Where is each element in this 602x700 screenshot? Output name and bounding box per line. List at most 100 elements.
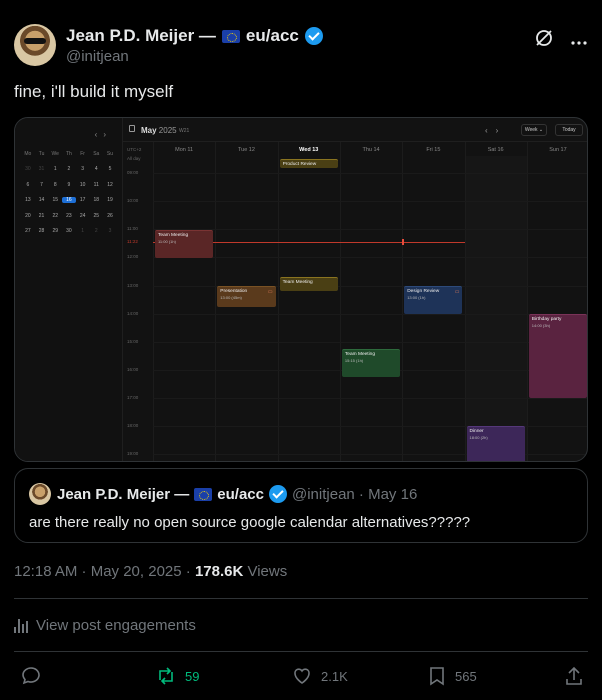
calendar-event[interactable]: Birthday party 14:00 (3h) (528, 314, 587, 398)
calendar-event[interactable]: Team Meeting 15:15 (1h) (341, 349, 401, 377)
analytics-icon (14, 618, 28, 633)
mini-calendar-grid: Mo Tu We Th Fr Sa Su 30 31 1 2 3 4 5 6 7 8 9 10 11 12 13 14 15 1… (21, 146, 117, 239)
mini-day[interactable]: 4 (89, 166, 103, 172)
calendar-event[interactable]: Dinner 18:00 (2h) (466, 426, 525, 461)
divider (14, 598, 588, 599)
mini-week-row: 30 31 1 2 3 4 5 (21, 162, 117, 178)
calendar-event[interactable]: Team Meeting (279, 277, 338, 291)
avatar[interactable] (14, 24, 56, 66)
event-title: Design Review (407, 289, 440, 294)
verified-badge-icon[interactable] (304, 27, 323, 45)
video-call-icon: ▭ (267, 289, 273, 295)
mini-dow: Mo (24, 150, 32, 157)
mini-day[interactable]: 2 (89, 228, 103, 234)
calendar-event[interactable]: Design Review 13:00 (1h) ▭ (404, 286, 463, 314)
repost-button[interactable]: 59 (155, 665, 199, 687)
mini-week-row: 27 28 29 30 1 2 3 (21, 224, 117, 240)
event-title: Team Meeting (282, 280, 313, 285)
mini-day[interactable]: 22 (48, 213, 62, 219)
mini-day[interactable]: 6 (21, 182, 35, 188)
calendar-event[interactable]: Presentation 13:00 (45m) ▭ (217, 286, 276, 307)
timezone-label: UTC+2 (127, 147, 142, 152)
day-headers: Mon 11 Tue 12 Wed 13 Thu 14 Fri 15 Sat 16 Sun … (123, 142, 587, 156)
mini-day[interactable]: 24 (76, 213, 90, 219)
week-view: May 2025 W21 ‹› Week ⌄ Today Mon 11 Tue 1… (123, 118, 587, 461)
calendar-event[interactable]: Product Review (279, 159, 338, 168)
like-button[interactable]: 2.1K (291, 665, 348, 687)
more-options-icon[interactable] (570, 30, 588, 51)
mini-dow: Tu (38, 150, 45, 157)
mini-day[interactable]: 13 (21, 197, 35, 203)
bookmark-button[interactable]: 565 (427, 665, 477, 687)
author-name-row[interactable]: Jean P.D. Meijer — eu/acc (66, 26, 323, 46)
mini-dow: We (51, 150, 59, 157)
mini-day[interactable]: 19 (103, 197, 117, 203)
hour-label: 11:22 (127, 239, 138, 244)
repost-icon (159, 667, 173, 685)
post-header: Jean P.D. Meijer — eu/acc @initjean (14, 24, 588, 68)
grid-column-line (215, 142, 217, 461)
quote-author-suffix: eu/acc (217, 485, 264, 503)
mini-day[interactable]: 11 (89, 182, 103, 188)
day-header: Fri 15 (426, 147, 441, 153)
hour-label: 15:00 (127, 339, 139, 344)
mini-day[interactable]: 26 (103, 213, 117, 219)
calendar-screenshot[interactable]: ‹› Mo Tu We Th Fr Sa Su 30 31 1 2 3 4 5 6 7 8 9 10 11 12 13 14… (14, 117, 588, 462)
mini-day[interactable]: 16 (62, 197, 76, 204)
mini-dow: Fr (80, 150, 85, 157)
post-timestamp[interactable]: 12:18 AM · May 20, 2025 · (14, 563, 191, 580)
day-header: Thu 14 (362, 147, 380, 153)
view-engagements-link[interactable]: View post engagements (14, 617, 196, 634)
mini-day[interactable]: 3 (76, 166, 90, 172)
hour-line (153, 201, 587, 202)
mini-day[interactable]: 25 (89, 213, 103, 219)
mini-day[interactable]: 18 (89, 197, 103, 203)
mini-day[interactable]: 21 (35, 213, 49, 219)
grid-column-line (339, 142, 341, 461)
post-meta: 12:18 AM · May 20, 2025 · 178.6K Views (14, 563, 287, 580)
author-name[interactable]: Jean P.D. Meijer — (66, 26, 216, 46)
mini-day[interactable]: 30 (62, 228, 76, 234)
author-handle[interactable]: @initjean (66, 48, 129, 65)
heart-icon (294, 668, 310, 684)
mini-day[interactable]: 17 (76, 197, 90, 203)
mini-day[interactable]: 14 (35, 197, 49, 203)
divider (14, 651, 588, 652)
views-count: 178.6K (194, 563, 244, 580)
mini-day[interactable]: 20 (21, 213, 35, 219)
mini-day[interactable]: 5 (103, 166, 117, 172)
hour-line (153, 342, 587, 343)
mini-day[interactable]: 9 (62, 182, 76, 188)
mini-day[interactable]: 28 (35, 228, 49, 234)
mini-day[interactable]: 1 (48, 166, 62, 172)
mini-day[interactable]: 30 (21, 166, 35, 172)
reply-button[interactable] (20, 665, 42, 687)
hour-line (153, 314, 587, 315)
mini-day[interactable]: 29 (48, 228, 62, 234)
mini-day[interactable]: 2 (62, 166, 76, 172)
bookmark-icon (430, 667, 444, 686)
calendar-month: May (141, 126, 157, 135)
calendar-event[interactable]: Team Meeting 11:00 (1h) (155, 230, 214, 258)
author-name-suffix[interactable]: eu/acc (246, 26, 299, 46)
mini-day[interactable]: 31 (35, 166, 49, 172)
eu-flag-icon (194, 487, 213, 501)
mini-day[interactable]: 1 (76, 228, 90, 234)
mini-day[interactable]: 27 (21, 228, 35, 234)
grok-icon[interactable] (534, 28, 554, 53)
share-button[interactable] (563, 665, 585, 687)
mini-calendar: ‹› Mo Tu We Th Fr Sa Su 30 31 1 2 3 4 5 6 7 8 9 10 11 12 13 14… (15, 118, 123, 461)
mini-day[interactable]: 10 (76, 182, 90, 188)
event-time: 15:15 (1h) (344, 358, 364, 363)
repost-count: 59 (185, 668, 200, 684)
mini-day[interactable]: 15 (48, 197, 62, 203)
hour-label: 17:00 (127, 395, 139, 400)
mini-day[interactable]: 8 (48, 182, 62, 188)
mini-day[interactable]: 12 (103, 182, 117, 188)
mini-dow: Th (65, 150, 72, 157)
mini-day[interactable]: 7 (35, 182, 49, 188)
mini-day[interactable]: 3 (103, 228, 117, 234)
quote-avatar (29, 483, 51, 505)
quoted-tweet[interactable]: Jean P.D. Meijer — eu/acc @initjean · Ma… (14, 468, 588, 543)
mini-day[interactable]: 23 (62, 213, 76, 219)
